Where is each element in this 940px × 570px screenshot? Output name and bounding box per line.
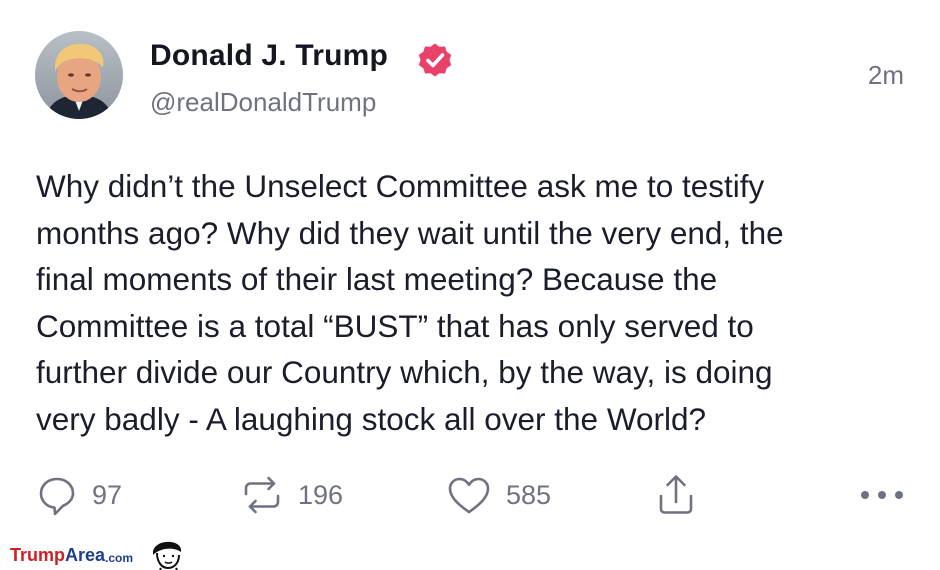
watermark-logo-icon [153, 541, 182, 570]
reply-count: 97 [92, 479, 123, 510]
reply-button[interactable]: 97 [36, 468, 122, 522]
share-icon [656, 472, 696, 518]
heart-icon [446, 474, 492, 516]
action-bar: 97 196 585 [0, 468, 940, 522]
reply-icon [36, 474, 78, 516]
repost-icon [240, 473, 284, 517]
verified-badge-icon [418, 43, 452, 77]
watermark-text-secondary: Area [65, 545, 106, 565]
post-timestamp[interactable]: 2m [868, 60, 904, 91]
post-body-line: final moments of their last meeting? Bec… [36, 261, 718, 297]
like-button[interactable]: 585 [446, 468, 551, 522]
post-body-line: further divide our Country which, by the… [36, 354, 773, 390]
post-body-line: Why didn’t the Unselect Committee ask me… [36, 168, 765, 204]
repost-button[interactable]: 196 [240, 468, 343, 522]
more-options-button[interactable] [858, 468, 906, 522]
avatar[interactable] [35, 31, 123, 119]
share-button[interactable] [656, 468, 696, 522]
post-body-line: very badly - A laughing stock all over t… [36, 400, 707, 437]
author-handle[interactable]: @realDonaldTrump [150, 87, 376, 118]
avatar-image [35, 31, 123, 119]
like-count: 585 [506, 479, 552, 510]
repost-count: 196 [298, 479, 344, 510]
post-card: Donald J. Trump @realDonaldTrump 2m Why … [0, 0, 940, 570]
author-name[interactable]: Donald J. Trump [150, 39, 388, 73]
post-body: Why didn’t the Unselect Committee ask me… [36, 163, 916, 442]
post-body-line: months ago? Why did they wait until the … [36, 214, 784, 251]
watermark-domain: .com [105, 551, 134, 565]
watermark-text-primary: Trump [10, 545, 66, 565]
more-icon [858, 488, 906, 502]
post-body-line: Committee is a total “BUST” that has onl… [36, 307, 754, 344]
watermark: Trump Area .com [10, 541, 187, 570]
